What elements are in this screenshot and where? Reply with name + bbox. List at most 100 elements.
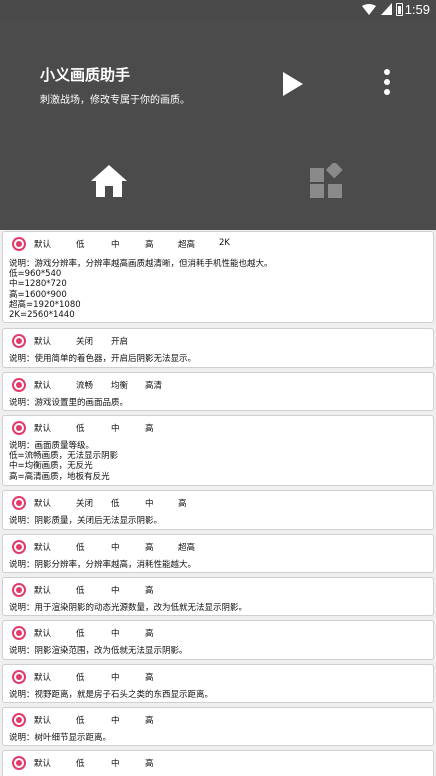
option-2[interactable]: 中 [111, 671, 120, 683]
option-2[interactable]: 低 [111, 497, 120, 509]
option-0[interactable]: 默认 [34, 379, 51, 391]
play-icon[interactable] [283, 72, 303, 96]
option-row: 默认 低 中 高 [3, 665, 433, 689]
setting-card: 默认 低 中 高说明：用于渲染阴影的动态光源数量，改为低就无法显示阴影。 [2, 577, 434, 616]
radio-selected-icon[interactable] [12, 583, 26, 597]
wifi-icon [362, 4, 376, 15]
setting-description: 说明：阴影质量，关闭后无法显示阴影。 [9, 516, 163, 526]
option-0[interactable]: 默认 [34, 335, 51, 347]
radio-selected-icon[interactable] [12, 378, 26, 392]
option-0[interactable]: 默认 [34, 422, 51, 434]
option-0[interactable]: 默认 [34, 757, 51, 769]
option-3[interactable]: 中 [145, 497, 154, 509]
option-3[interactable]: 高 [145, 584, 154, 596]
option-row: 默认 低 中 高 [3, 708, 433, 732]
option-2[interactable]: 中 [111, 757, 120, 769]
option-0[interactable]: 默认 [34, 238, 51, 250]
option-0[interactable]: 默认 [34, 714, 51, 726]
option-1[interactable]: 低 [76, 541, 85, 553]
option-2[interactable]: 均衡 [111, 379, 128, 391]
option-row: 默认 关闭 开启 [3, 329, 433, 353]
home-tab-icon[interactable] [90, 164, 128, 198]
option-1[interactable]: 低 [76, 627, 85, 639]
option-2[interactable]: 中 [111, 714, 120, 726]
option-3[interactable]: 高 [145, 422, 154, 434]
option-2[interactable]: 开启 [111, 335, 128, 347]
radio-selected-icon[interactable] [12, 713, 26, 727]
setting-card: 默认 低 中 高说明：阴影渲染范围，改为低就无法显示阴影。 [2, 620, 434, 660]
option-2[interactable]: 中 [111, 627, 120, 639]
setting-description: 说明：游戏设置里的画面品质。 [9, 398, 129, 408]
option-3[interactable]: 高 [145, 541, 154, 553]
radio-selected-icon[interactable] [12, 421, 26, 435]
option-1[interactable]: 关闭 [76, 335, 93, 347]
radio-selected-icon[interactable] [12, 334, 26, 348]
status-bar: 1:59 [0, 0, 436, 20]
option-row: 默认 低 中 高 [3, 578, 433, 602]
option-3[interactable]: 高清 [145, 379, 162, 391]
widgets-tab-icon[interactable] [309, 163, 345, 199]
option-2[interactable]: 中 [111, 541, 120, 553]
option-2[interactable]: 中 [111, 238, 120, 250]
option-row: 默认 低 中 高 [3, 416, 433, 440]
radio-selected-icon[interactable] [12, 756, 26, 770]
signal-icon [381, 3, 392, 15]
option-1[interactable]: 低 [76, 584, 85, 596]
setting-description: 说明：画面质量等级。 低=流畅画质，无法显示阴影 中=均衡画质，无反光 高=高清… [9, 441, 119, 482]
option-1[interactable]: 低 [76, 238, 85, 250]
option-0[interactable]: 默认 [34, 541, 51, 553]
option-row: 默认 低 中 高 [3, 621, 433, 645]
option-row: 默认 关闭 低 中 高 [3, 491, 433, 515]
radio-selected-icon[interactable] [12, 540, 26, 554]
option-5[interactable]: 2K [219, 238, 230, 248]
setting-card: 默认 低 中 高 超高说明：阴影分辨率，分辨率越高，消耗性能越大。 [2, 534, 434, 573]
option-3[interactable]: 高 [145, 627, 154, 639]
option-4[interactable]: 超高 [178, 541, 195, 553]
option-2[interactable]: 中 [111, 422, 120, 434]
option-4[interactable]: 高 [178, 497, 187, 509]
option-1[interactable]: 流畅 [76, 379, 93, 391]
option-3[interactable]: 高 [145, 757, 154, 769]
radio-selected-icon[interactable] [12, 670, 26, 684]
option-row: 默认 低 中 高 超高 2K [3, 232, 433, 256]
option-1[interactable]: 低 [76, 671, 85, 683]
setting-card: 默认 低 中 高 超高 2K 说明：游戏分辨率，分辨率越高画质越清晰，但消耗手机性能也越大。… [2, 231, 434, 323]
app-title: 小义画质助手 [40, 66, 131, 84]
setting-card: 默认 低 中 高说明：画面质量等级。 低=流畅画质，无法显示阴影 中=均衡画质，无反光… [2, 415, 434, 486]
option-1[interactable]: 关闭 [76, 497, 93, 509]
setting-description: 说明：树叶细节显示距离。 [9, 733, 112, 743]
more-options-icon[interactable] [380, 69, 394, 99]
option-row: 默认 低 中 高 超高 [3, 535, 433, 559]
setting-card: 默认 关闭 低 中 高说明：阴影质量，关闭后无法显示阴影。 [2, 490, 434, 530]
radio-selected-icon[interactable] [12, 496, 26, 510]
option-0[interactable]: 默认 [34, 671, 51, 683]
option-1[interactable]: 低 [76, 714, 85, 726]
option-0[interactable]: 默认 [34, 497, 51, 509]
setting-description: 说明：游戏分辨率，分辨率越高画质越清晰，但消耗手机性能也越大。 低=960*54… [9, 259, 273, 321]
option-0[interactable]: 默认 [34, 627, 51, 639]
radio-selected-icon[interactable] [12, 237, 26, 251]
option-1[interactable]: 低 [76, 757, 85, 769]
setting-description: 说明：阴影分辨率，分辨率越高，消耗性能越大。 [9, 560, 197, 570]
option-4[interactable]: 超高 [178, 238, 195, 250]
radio-selected-icon[interactable] [12, 626, 26, 640]
battery-icon [396, 3, 403, 16]
setting-description: 说明：阴影渲染范围，改为低就无法显示阴影。 [9, 646, 188, 656]
option-3[interactable]: 高 [145, 238, 154, 250]
option-1[interactable]: 低 [76, 422, 85, 434]
option-row: 默认 流畅 均衡 高清 [3, 373, 433, 397]
status-time: 1:59 [404, 2, 430, 17]
app-subtitle: 刺激战场，修改专属于你的画质。 [40, 95, 190, 106]
setting-description: 说明：视野距离，就是房子石头之类的东西显示距离。 [9, 690, 214, 700]
setting-card: 默认 流畅 均衡 高清说明：游戏设置里的画面品质。 [2, 372, 434, 411]
app-header: 小义画质助手 刺激战场，修改专属于你的画质。 [0, 20, 436, 230]
option-3[interactable]: 高 [145, 671, 154, 683]
option-row: 默认 低 中 高 [3, 751, 433, 775]
setting-card: 默认 低 中 高说明：树叶细节显示距离。 [2, 707, 434, 746]
option-2[interactable]: 中 [111, 584, 120, 596]
option-0[interactable]: 默认 [34, 584, 51, 596]
option-3[interactable]: 高 [145, 714, 154, 726]
setting-card: 默认 低 中 高 [2, 750, 434, 776]
setting-card: 默认 低 中 高说明：视野距离，就是房子石头之类的东西显示距离。 [2, 664, 434, 703]
setting-description: 说明：使用简单的着色器，开启后阴影无法显示。 [9, 354, 197, 364]
